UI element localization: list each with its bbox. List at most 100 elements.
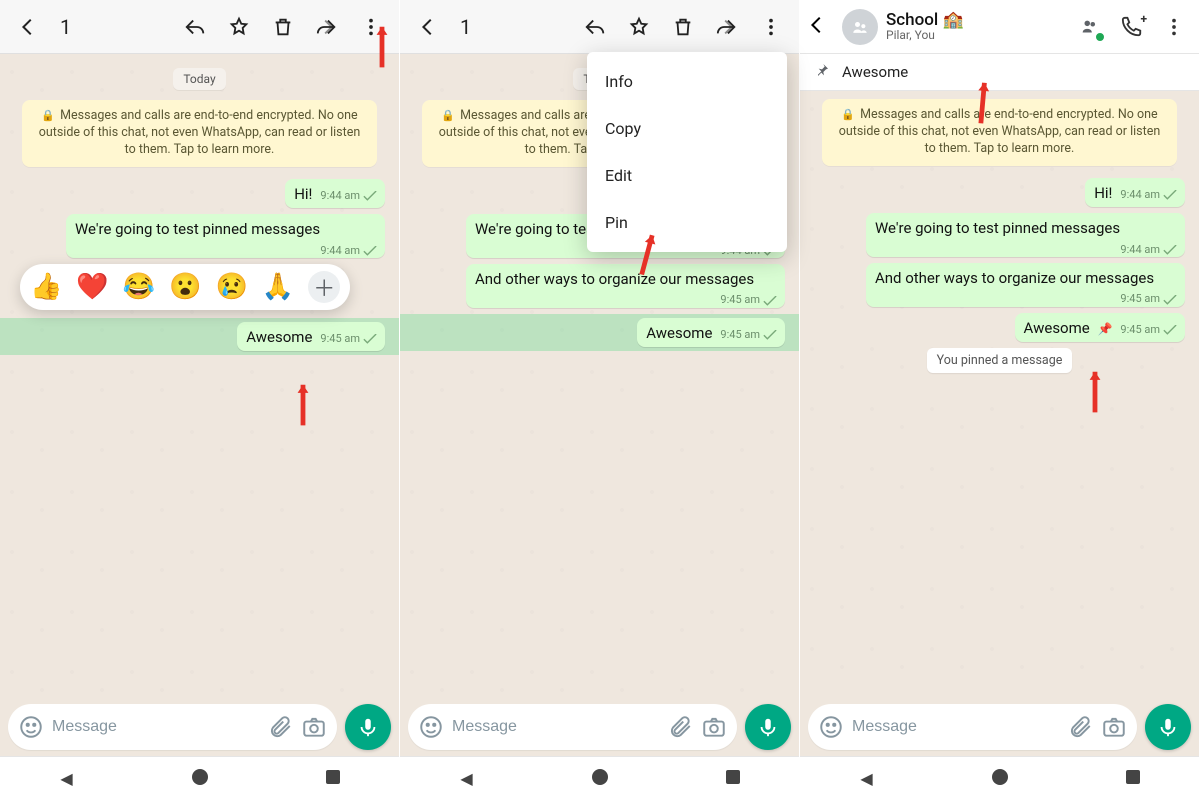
encryption-notice[interactable]: 🔒 Messages and calls are end-to-end encr…: [22, 100, 377, 167]
message-input-field[interactable]: [8, 704, 337, 750]
nav-home-button[interactable]: [580, 769, 620, 789]
reaction-emoji[interactable]: 👍: [30, 272, 62, 302]
reaction-emoji[interactable]: ❤️: [76, 272, 108, 302]
message-input-field[interactable]: [408, 704, 737, 750]
message-text: We're going to test pinned messages: [875, 219, 1120, 237]
camera-icon[interactable]: [301, 714, 327, 740]
chat-name: School 🏫: [886, 11, 964, 30]
reaction-picker: 👍 ❤️ 😂 😮 😢 🙏 ＋: [20, 264, 350, 310]
star-button[interactable]: [619, 7, 659, 47]
nav-recents-button[interactable]: [1113, 769, 1153, 788]
android-nav-bar: ◀: [800, 756, 1199, 800]
message-input-bar: [400, 698, 799, 756]
emoji-icon[interactable]: [418, 714, 444, 740]
chat-header: School 🏫 Pilar, You +: [800, 0, 1199, 54]
lock-icon: 🔒: [41, 109, 55, 122]
message-row[interactable]: We're going to test pinned messages 9:44…: [814, 213, 1185, 257]
menu-info[interactable]: Info: [587, 58, 787, 105]
message-input-field[interactable]: [808, 704, 1137, 750]
check-icon: [1163, 325, 1177, 335]
nav-home-button[interactable]: [980, 769, 1020, 789]
chat-body[interactable]: Today 🔒 Messages and calls are end-to-en…: [0, 54, 399, 698]
panel-3: School 🏫 Pilar, You + Awesome 🔒 Messages…: [800, 0, 1200, 800]
message-text: Awesome: [646, 324, 712, 342]
message-row[interactable]: We're going to test pinned messages 9:44…: [14, 214, 385, 258]
nav-home-button[interactable]: [180, 769, 220, 789]
selection-toolbar: 1: [400, 0, 799, 54]
back-button[interactable]: [8, 7, 48, 47]
menu-edit[interactable]: Edit: [587, 152, 787, 199]
attach-icon[interactable]: [667, 714, 693, 740]
message-text: And other ways to organize our messages: [875, 269, 1154, 287]
system-message: You pinned a message: [927, 348, 1073, 373]
message-row[interactable]: And other ways to organize our messages …: [414, 264, 785, 308]
voice-call-button[interactable]: +: [1113, 8, 1151, 46]
back-button[interactable]: [408, 7, 448, 47]
more-options-button[interactable]: [751, 7, 791, 47]
message-input[interactable]: [452, 718, 659, 736]
message-row[interactable]: And other ways to organize our messages …: [814, 263, 1185, 307]
forward-button[interactable]: [307, 7, 347, 47]
attach-icon[interactable]: [1067, 714, 1093, 740]
reaction-more-button[interactable]: ＋: [308, 271, 340, 303]
encryption-notice[interactable]: 🔒 Messages and calls are end-to-end encr…: [822, 99, 1177, 166]
selection-toolbar: 1: [0, 0, 399, 54]
mic-button[interactable]: [1145, 704, 1191, 750]
check-icon: [763, 330, 777, 340]
message-input[interactable]: [52, 718, 259, 736]
encryption-notice-text: Messages and calls are end-to-end encryp…: [39, 108, 361, 157]
reply-button[interactable]: [175, 7, 215, 47]
message-input-bar: [800, 698, 1199, 756]
delete-button[interactable]: [663, 7, 703, 47]
chat-body[interactable]: 🔒 Messages and calls are end-to-end encr…: [800, 91, 1199, 698]
menu-pin[interactable]: Pin: [587, 199, 787, 246]
back-button[interactable]: [806, 14, 838, 40]
pinned-message-text: Awesome: [842, 63, 908, 81]
lock-icon: 🔒: [441, 109, 455, 122]
selected-message-row[interactable]: Awesome 9:45 am: [0, 318, 399, 356]
forward-button[interactable]: [707, 7, 747, 47]
menu-copy[interactable]: Copy: [587, 105, 787, 152]
video-call-button[interactable]: [1071, 8, 1109, 46]
date-chip: Today: [173, 68, 225, 90]
chat-title-block[interactable]: School 🏫 Pilar, You: [886, 11, 964, 43]
message-row[interactable]: Hi! 9:44 am: [814, 178, 1185, 208]
plus-icon: +: [1140, 12, 1147, 26]
message-text: Hi!: [1094, 184, 1112, 202]
emoji-icon[interactable]: [818, 714, 844, 740]
nav-back-button[interactable]: ◀: [847, 769, 887, 788]
check-icon: [1163, 190, 1177, 200]
mic-button[interactable]: [345, 704, 391, 750]
nav-recents-button[interactable]: [313, 769, 353, 788]
more-options-button[interactable]: [351, 7, 391, 47]
check-icon: [763, 296, 777, 306]
delete-button[interactable]: [263, 7, 303, 47]
message-text: Awesome: [246, 328, 312, 346]
context-menu: Info Copy Edit Pin: [587, 52, 787, 252]
panel-1: 1 Today 🔒 Messages and calls are end-to-…: [0, 0, 400, 800]
nav-recents-button[interactable]: [713, 769, 753, 788]
nav-back-button[interactable]: ◀: [47, 769, 87, 788]
selected-message-row[interactable]: Awesome 9:45 am: [400, 314, 799, 352]
message-row[interactable]: Hi! 9:44 am: [14, 179, 385, 209]
reaction-emoji[interactable]: 😂: [123, 272, 155, 302]
message-input[interactable]: [852, 718, 1059, 736]
camera-icon[interactable]: [701, 714, 727, 740]
more-options-button[interactable]: [1155, 8, 1193, 46]
message-row[interactable]: Awesome 📌 9:45 am: [814, 313, 1185, 343]
pinned-message-banner[interactable]: Awesome: [800, 54, 1199, 91]
message-text: Hi!: [294, 185, 312, 203]
reaction-emoji[interactable]: 🙏: [262, 272, 294, 302]
selection-count: 1: [452, 15, 479, 39]
star-button[interactable]: [219, 7, 259, 47]
reaction-emoji[interactable]: 😢: [216, 272, 248, 302]
nav-back-button[interactable]: ◀: [447, 769, 487, 788]
attach-icon[interactable]: [267, 714, 293, 740]
emoji-icon[interactable]: [18, 714, 44, 740]
reaction-emoji[interactable]: 😮: [169, 272, 201, 302]
avatar[interactable]: [842, 9, 878, 45]
check-icon: [363, 334, 377, 344]
camera-icon[interactable]: [1101, 714, 1127, 740]
mic-button[interactable]: [745, 704, 791, 750]
reply-button[interactable]: [575, 7, 615, 47]
